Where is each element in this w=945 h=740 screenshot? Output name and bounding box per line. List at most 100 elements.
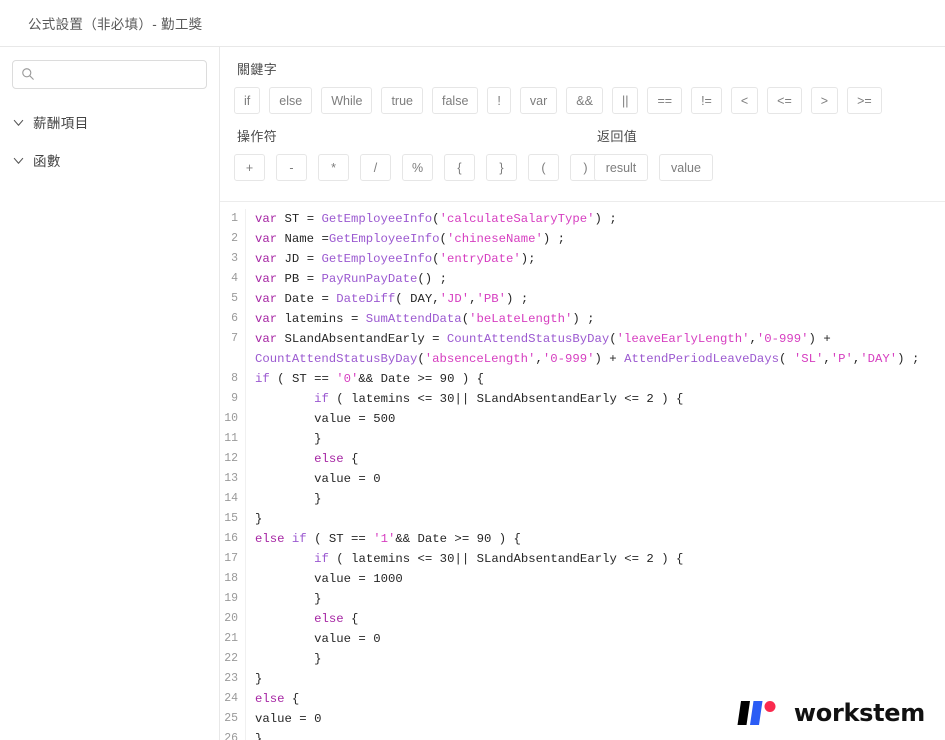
keyword-chip-lessthan[interactable]: < bbox=[730, 87, 759, 114]
line-number: 14 bbox=[224, 492, 238, 505]
code-line: var JD = GetEmployeeInfo('entryDate'); bbox=[255, 252, 536, 266]
line-number: 2 bbox=[231, 232, 238, 245]
line-number: 11 bbox=[224, 432, 238, 445]
keyword-chip-greaterequal[interactable]: >= bbox=[847, 87, 882, 114]
return-chip-result[interactable]: result bbox=[594, 154, 648, 181]
code-line: } bbox=[314, 592, 322, 606]
line-number: 10 bbox=[224, 412, 238, 425]
chevron-down-icon bbox=[13, 119, 24, 126]
keyword-chip-notequals[interactable]: != bbox=[691, 87, 722, 114]
line-number: 21 bbox=[224, 632, 238, 645]
code-line: value = 1000 bbox=[314, 572, 403, 586]
code-line: var PB = PayRunPayDate() ; bbox=[255, 272, 447, 286]
operator-chip-close-brace[interactable]: } bbox=[486, 154, 517, 181]
operators-section-label: 操作符 bbox=[237, 129, 278, 144]
line-number: 12 bbox=[224, 452, 238, 465]
sidebar-item-salary-items[interactable]: 薪酬項目 bbox=[12, 107, 207, 137]
line-number: 26 bbox=[224, 732, 238, 740]
line-number: 24 bbox=[224, 692, 238, 705]
keyword-chip-equals[interactable]: == bbox=[647, 87, 683, 114]
search-input[interactable] bbox=[12, 60, 207, 89]
keyword-chip-or[interactable]: || bbox=[611, 87, 639, 114]
line-number: 5 bbox=[231, 292, 238, 305]
keyword-chip-while[interactable]: While bbox=[321, 87, 373, 114]
line-number: 6 bbox=[231, 312, 238, 325]
line-number: 3 bbox=[231, 252, 238, 265]
code-line: } bbox=[314, 652, 322, 666]
token-palette: 關鍵字 if else While true false ! var && ||… bbox=[220, 47, 945, 202]
operator-chip-row: + - * / % { } ( ) bbox=[234, 154, 601, 181]
return-chip-row: result value bbox=[594, 154, 929, 181]
line-number: 25 bbox=[224, 712, 238, 725]
keyword-chip-not[interactable]: ! bbox=[487, 87, 511, 114]
operator-chip-modulo[interactable]: % bbox=[402, 154, 433, 181]
return-section-label: 返回值 bbox=[597, 129, 638, 144]
operator-chip-divide[interactable]: / bbox=[360, 154, 391, 181]
code-line: var Name =GetEmployeeInfo('chineseName')… bbox=[255, 232, 566, 246]
code-line: var Date = DateDiff( DAY,'JD','PB') ; bbox=[255, 292, 529, 306]
line-number-spacer bbox=[220, 349, 238, 369]
sidebar-item-label: 薪酬項目 bbox=[33, 116, 89, 131]
return-chip-value[interactable]: value bbox=[659, 154, 713, 181]
keywords-section-label: 關鍵字 bbox=[237, 62, 278, 77]
code-line: } bbox=[255, 512, 263, 526]
line-number: 16 bbox=[224, 532, 238, 545]
keyword-chip-false[interactable]: false bbox=[432, 87, 479, 114]
line-number: 22 bbox=[224, 652, 238, 665]
workstem-mark-icon bbox=[737, 698, 783, 728]
keyword-chip-and[interactable]: && bbox=[566, 87, 603, 114]
code-line: else { bbox=[314, 452, 359, 466]
keyword-chip-if[interactable]: if bbox=[234, 87, 261, 114]
keyword-chip-greaterthan[interactable]: > bbox=[810, 87, 839, 114]
line-number: 18 bbox=[224, 572, 238, 585]
line-number: 7 bbox=[231, 332, 238, 345]
sidebar-tree: 薪酬項目 函數 bbox=[12, 107, 207, 175]
page-title: 公式設置（非必填）- 勤工獎 bbox=[28, 17, 203, 32]
line-number: 1 bbox=[231, 212, 238, 225]
code-line: } bbox=[314, 492, 322, 506]
code-line: } bbox=[255, 672, 263, 686]
return-values-column: 返回值 result value bbox=[594, 126, 929, 193]
keyword-chip-row: if else While true false ! var && || == … bbox=[234, 87, 929, 114]
workspace: 薪酬項目 函數 關鍵字 if else While true false ! v… bbox=[0, 47, 945, 740]
code-line: if ( latemins <= 30|| SLandAbsentandEarl… bbox=[314, 552, 684, 566]
workstem-wordmark: workstem bbox=[793, 699, 925, 727]
operator-chip-multiply[interactable]: * bbox=[318, 154, 349, 181]
code-line: value = 0 bbox=[314, 472, 381, 486]
keyword-chip-else[interactable]: else bbox=[269, 87, 313, 114]
code-line: var SLandAbsentandEarly = CountAttendSta… bbox=[255, 332, 920, 366]
line-number: 20 bbox=[224, 612, 238, 625]
code-line: else { bbox=[314, 612, 359, 626]
sidebar: 薪酬項目 函數 bbox=[0, 47, 220, 740]
operator-chip-open-brace[interactable]: { bbox=[444, 154, 475, 181]
formula-code-editor[interactable]: 1234567 8 9 10 11 12 13 14 15 16 17 18 19 20 21 22 23 24… bbox=[220, 202, 945, 740]
line-number: 8 bbox=[231, 372, 238, 385]
line-number: 4 bbox=[231, 272, 238, 285]
sidebar-item-functions[interactable]: 函數 bbox=[12, 145, 207, 175]
operator-chip-plus[interactable]: + bbox=[234, 154, 265, 181]
line-number: 23 bbox=[224, 672, 238, 685]
workstem-logo: workstem bbox=[737, 698, 925, 728]
code-line: value = 0 bbox=[314, 632, 381, 646]
keyword-chip-true[interactable]: true bbox=[381, 87, 423, 114]
right-pane: 關鍵字 if else While true false ! var && ||… bbox=[220, 47, 945, 740]
window-titlebar: 公式設置（非必填）- 勤工獎 bbox=[0, 0, 945, 47]
code-line: var latemins = SumAttendData('beLateLeng… bbox=[255, 312, 595, 326]
chevron-down-icon bbox=[13, 157, 24, 164]
line-number: 19 bbox=[224, 592, 238, 605]
operators-and-returns-row: 操作符 + - * / % { } ( ) 返回值 result value bbox=[234, 126, 929, 193]
code-line: if ( ST == '0'&& Date >= 90 ) { bbox=[255, 372, 485, 386]
editor-code-content[interactable]: var ST = GetEmployeeInfo('calculateSalar… bbox=[246, 209, 945, 740]
code-line: } bbox=[314, 432, 322, 446]
sidebar-search bbox=[12, 60, 207, 89]
line-number: 17 bbox=[224, 552, 238, 565]
keyword-chip-var[interactable]: var bbox=[519, 87, 558, 114]
operator-chip-open-paren[interactable]: ( bbox=[528, 154, 559, 181]
sidebar-item-label: 函數 bbox=[33, 154, 61, 169]
keyword-chip-lessequal[interactable]: <= bbox=[767, 87, 802, 114]
editor-line-numbers: 1234567 8 9 10 11 12 13 14 15 16 17 18 19 20 21 22 23 24… bbox=[220, 209, 246, 740]
code-line: else if ( ST == '1'&& Date >= 90 ) { bbox=[255, 532, 521, 546]
code-line: if ( latemins <= 30|| SLandAbsentandEarl… bbox=[314, 392, 684, 406]
code-line: value = 500 bbox=[314, 412, 396, 426]
operator-chip-minus[interactable]: - bbox=[276, 154, 307, 181]
